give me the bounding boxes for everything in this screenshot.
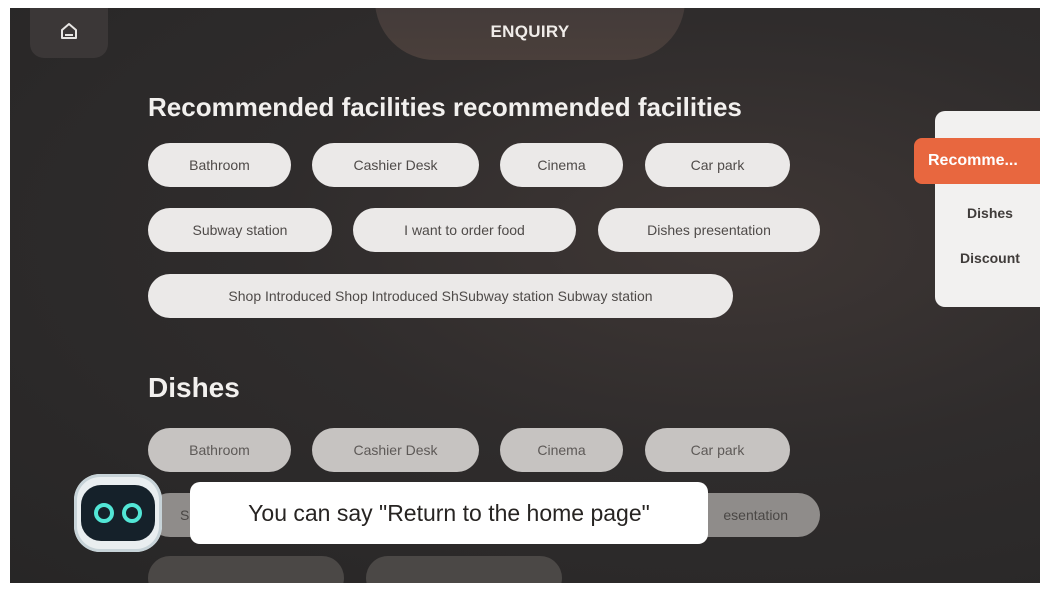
section-title-dishes: Dishes bbox=[148, 372, 240, 403]
chip-order-food[interactable]: I want to order food bbox=[353, 208, 576, 252]
chip-row-3-b[interactable] bbox=[366, 556, 562, 583]
side-nav-recommended[interactable]: Recomme... bbox=[914, 138, 1040, 184]
chip-bathroom-2[interactable]: Bathroom bbox=[148, 428, 291, 472]
chip-cashier-desk[interactable]: Cashier Desk bbox=[312, 143, 479, 187]
chip-row-3-a[interactable] bbox=[148, 556, 344, 583]
robot-icon[interactable] bbox=[74, 474, 162, 552]
home-icon bbox=[58, 20, 80, 47]
assistant-prompt: You can say "Return to the home page" bbox=[248, 499, 650, 526]
chip-bathroom[interactable]: Bathroom bbox=[148, 143, 291, 187]
enquiry-tab[interactable]: ENQUIRY bbox=[375, 8, 685, 60]
chip-dishes-presentation[interactable]: Dishes presentation bbox=[598, 208, 820, 252]
side-nav-dishes[interactable]: Dishes bbox=[935, 205, 1040, 221]
chip-cinema[interactable]: Cinema bbox=[500, 143, 623, 187]
home-button[interactable] bbox=[30, 8, 108, 58]
side-nav-discount[interactable]: Discount bbox=[935, 250, 1040, 266]
app-screen: ENQUIRY Recommended facilities recommend… bbox=[10, 8, 1040, 583]
chip-subway-station[interactable]: Subway station bbox=[148, 208, 332, 252]
robot-eye-left bbox=[94, 503, 114, 523]
robot-face bbox=[81, 485, 155, 541]
robot-eye-right bbox=[122, 503, 142, 523]
chip-shop-introduced[interactable]: Shop Introduced Shop Introduced ShSubway… bbox=[148, 274, 733, 318]
enquiry-tab-label: ENQUIRY bbox=[490, 22, 570, 41]
assistant-speech-bubble: You can say "Return to the home page" bbox=[190, 482, 708, 544]
section-title-recommended: Recommended facilities recommended facil… bbox=[148, 92, 742, 122]
chip-cashier-desk-2[interactable]: Cashier Desk bbox=[312, 428, 479, 472]
chip-car-park-2[interactable]: Car park bbox=[645, 428, 790, 472]
chip-cinema-2[interactable]: Cinema bbox=[500, 428, 623, 472]
chip-car-park[interactable]: Car park bbox=[645, 143, 790, 187]
